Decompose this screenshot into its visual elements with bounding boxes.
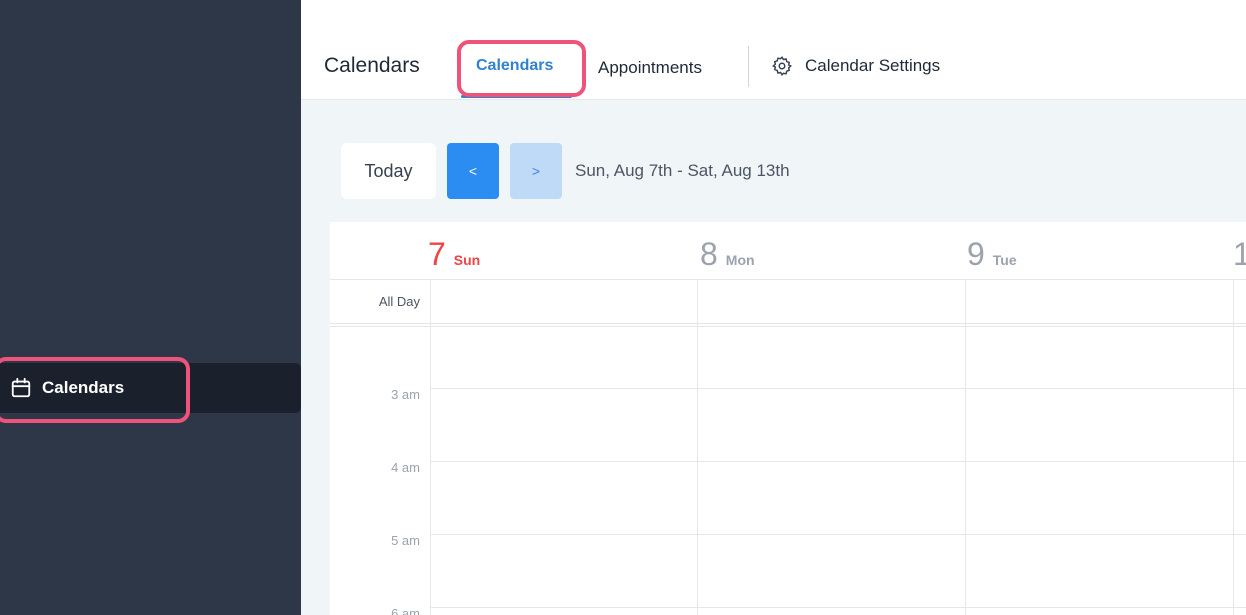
all-day-divider xyxy=(330,323,1246,324)
gear-icon xyxy=(771,56,793,76)
day-header-sun[interactable]: 7 Sun xyxy=(428,236,480,273)
sidebar: Calendars xyxy=(0,0,301,615)
day-header-mon[interactable]: 8 Mon xyxy=(700,236,755,273)
column-divider xyxy=(697,279,698,615)
all-day-label: All Day xyxy=(378,294,420,309)
date-range-label: Sun, Aug 7th - Sat, Aug 13th xyxy=(575,161,790,180)
today-button[interactable]: Today xyxy=(341,143,436,199)
hour-line xyxy=(430,607,1246,608)
hour-line xyxy=(430,388,1246,389)
hour-line xyxy=(430,461,1246,462)
header-divider xyxy=(330,279,1246,280)
week-calendar-grid: 7 Sun 8 Mon 9 Tue 1 All Day 3 am 4 am 5 … xyxy=(330,222,1246,615)
time-label-3am: 3 am xyxy=(391,387,420,402)
time-label-4am: 4 am xyxy=(391,460,420,475)
tab-calendar-settings[interactable]: Calendar Settings xyxy=(771,55,940,77)
time-label-5am: 5 am xyxy=(391,533,420,548)
day-name: Sun xyxy=(453,252,481,268)
hour-line xyxy=(430,534,1246,535)
tab-appointments[interactable]: Appointments xyxy=(598,58,702,78)
day-number: 1 xyxy=(1233,236,1246,272)
next-week-button[interactable]: > xyxy=(510,143,562,199)
day-number: 7 xyxy=(428,236,446,272)
day-number: 8 xyxy=(700,236,718,272)
column-divider xyxy=(1233,279,1234,615)
tab-highlight-box xyxy=(457,40,586,97)
day-name: Mon xyxy=(725,252,755,268)
all-day-divider-lower xyxy=(330,326,1246,327)
day-number: 9 xyxy=(967,236,985,272)
time-label-6am: 6 am xyxy=(391,606,420,615)
page-title: Calendars xyxy=(324,54,420,77)
page-header: Calendars Calendars Appointments Calenda… xyxy=(301,0,1246,100)
sidebar-highlight-box xyxy=(0,357,190,423)
column-divider xyxy=(965,279,966,615)
tab-divider xyxy=(748,46,749,87)
previous-week-button[interactable]: < xyxy=(447,143,499,199)
tab-calendar-settings-label: Calendar Settings xyxy=(805,56,941,75)
column-divider xyxy=(430,279,431,615)
day-header-tue[interactable]: 9 Tue xyxy=(967,236,1017,273)
day-name: Tue xyxy=(992,252,1017,268)
day-header-wed[interactable]: 1 xyxy=(1233,236,1246,273)
